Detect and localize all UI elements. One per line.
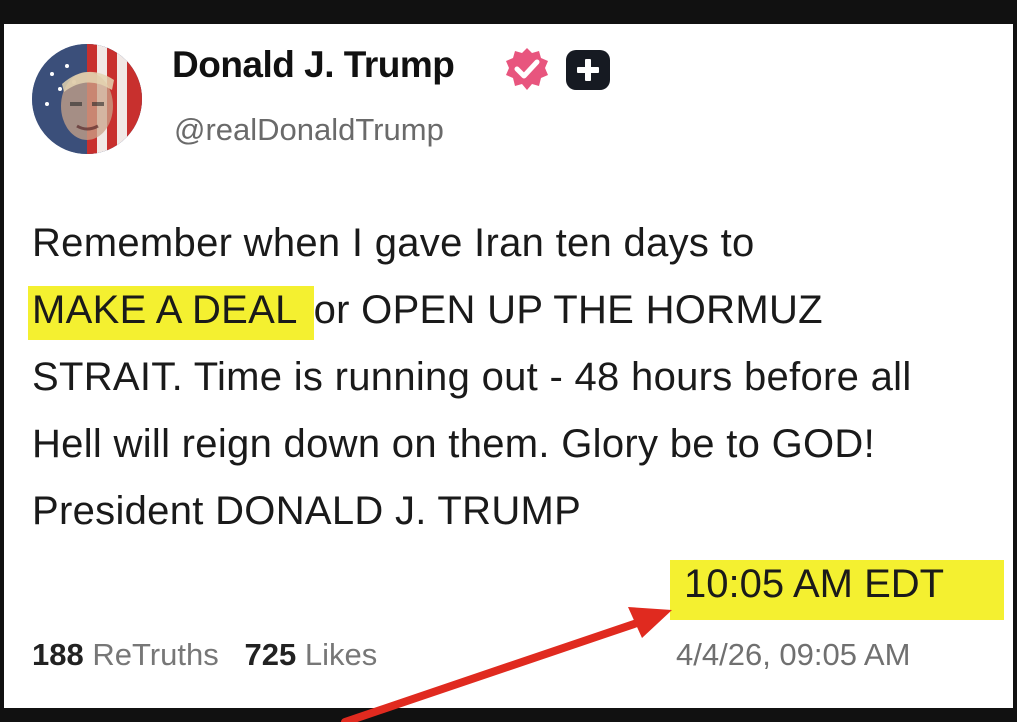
avatar-image <box>32 44 142 154</box>
likes-count[interactable]: 725 <box>245 637 297 672</box>
retruths-count[interactable]: 188 <box>32 637 84 672</box>
screenshot-frame: Donald J. Trump @realDonaldTrump Remembe… <box>0 0 1017 722</box>
verified-badge-icon <box>506 48 548 90</box>
highlighted-phrase: MAKE A DEAL <box>28 286 314 340</box>
plus-badge-icon <box>566 50 610 90</box>
post-body: Remember when I gave Iran ten days to MA… <box>28 210 982 545</box>
avatar[interactable] <box>32 44 142 154</box>
retruths-label[interactable]: ReTruths <box>92 637 218 672</box>
annotation-time: 10:05 AM EDT <box>684 562 945 606</box>
author-handle[interactable]: @realDonaldTrump <box>174 112 444 148</box>
likes-label[interactable]: Likes <box>305 637 377 672</box>
post-text-intro: Remember when I gave Iran ten days to <box>32 221 755 265</box>
post-stats: 188 ReTruths 725 Likes <box>32 637 377 673</box>
author-name[interactable]: Donald J. Trump <box>172 44 455 86</box>
post-date: 4/4/26, 09:05 AM <box>676 637 911 672</box>
